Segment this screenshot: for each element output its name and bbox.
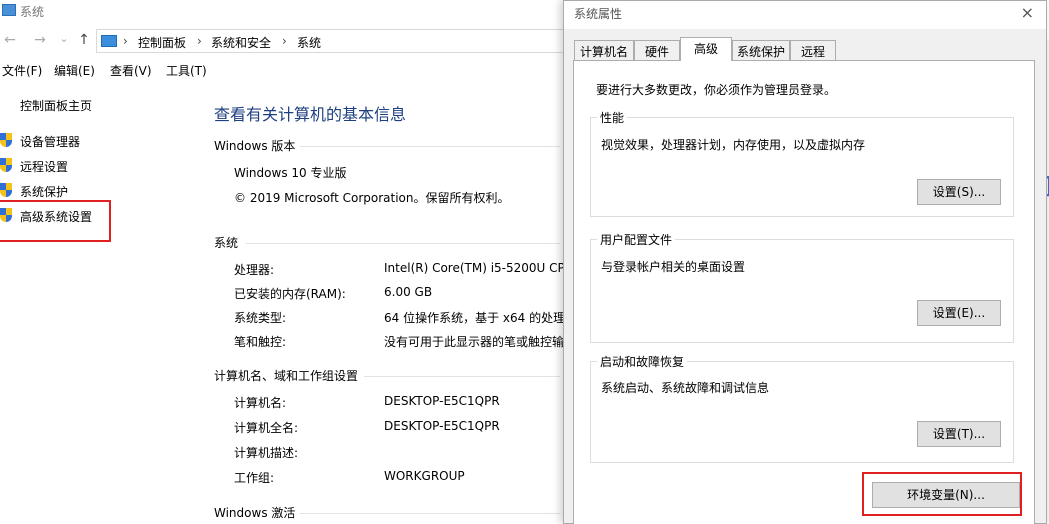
user-profiles-group: 用户配置文件 与登录帐户相关的桌面设置 设置(E)... [590, 231, 1014, 343]
full-computer-name-label: 计算机全名: [234, 421, 299, 435]
section-windows-edition: Windows 版本 [214, 139, 296, 153]
sidebar-item-device-manager[interactable]: 设备管理器 [20, 133, 80, 150]
pen-touch-value: 没有可用于此显示器的笔或触控输 [384, 335, 565, 349]
close-icon[interactable]: × [1021, 3, 1034, 22]
uac-shield-icon [0, 158, 12, 172]
system-properties-dialog: 系统属性 × 计算机名 硬件 高级 系统保护 远程 要进行大多数更改，你必须作为… [563, 0, 1047, 524]
recent-dropdown-icon[interactable]: ⌄ [56, 32, 72, 45]
control-panel-icon [101, 35, 117, 47]
user-profiles-description: 与登录帐户相关的桌面设置 [601, 260, 746, 274]
startup-recovery-settings-button[interactable]: 设置(T)... [917, 421, 1001, 447]
dialog-title: 系统属性 [574, 7, 623, 21]
ram-value: 6.00 GB [384, 285, 433, 299]
red-highlight-box [862, 472, 1022, 516]
user-profiles-title: 用户配置文件 [597, 231, 676, 248]
computer-name-value: DESKTOP-E5C1QPR [384, 394, 500, 408]
breadcrumb-separator: › [197, 34, 202, 48]
section-system: 系统 [214, 236, 239, 250]
startup-recovery-description: 系统启动、系统故障和调试信息 [601, 381, 770, 395]
menu-view[interactable]: 查看(V) [110, 62, 152, 79]
section-divider [300, 513, 560, 514]
ram-label: 已安装的内存(RAM): [234, 287, 346, 301]
section-windows-activation: Windows 激活 [214, 506, 296, 520]
breadcrumb[interactable]: › 控制面板 › 系统和安全 › 系统 [96, 29, 576, 53]
computer-description-label: 计算机描述: [234, 446, 299, 460]
computer-name-label: 计算机名: [234, 396, 287, 410]
tab-system-protection[interactable]: 系统保护 [732, 40, 790, 60]
startup-recovery-title: 启动和故障恢复 [597, 353, 688, 370]
startup-recovery-group: 启动和故障恢复 系统启动、系统故障和调试信息 设置(T)... [590, 353, 1014, 463]
processor-value: Intel(R) Core(TM) i5-5200U CPU [384, 261, 574, 275]
window-title: 系统 [20, 5, 45, 19]
menu-tools[interactable]: 工具(T) [166, 62, 207, 79]
dialog-title-bar: 系统属性 × [564, 1, 1046, 29]
performance-title: 性能 [597, 109, 628, 126]
tab-advanced[interactable]: 高级 [680, 37, 732, 61]
breadcrumb-separator: › [282, 34, 287, 48]
performance-group: 性能 视觉效果，处理器计划，内存使用，以及虚拟内存 设置(S)... [590, 109, 1014, 217]
section-divider [300, 146, 560, 147]
tab-remote[interactable]: 远程 [790, 40, 836, 60]
menu-file[interactable]: 文件(F) [2, 62, 42, 79]
system-type-value: 64 位操作系统，基于 x64 的处理器 [384, 311, 578, 325]
sidebar-item-remote-settings[interactable]: 远程设置 [20, 158, 68, 175]
tab-hardware[interactable]: 硬件 [634, 40, 680, 60]
tab-computer-name[interactable]: 计算机名 [574, 40, 634, 60]
back-arrow-icon[interactable]: ← [2, 32, 18, 48]
system-app-icon [2, 4, 16, 16]
breadcrumb-item-system[interactable]: 系统 [297, 34, 321, 51]
up-arrow-icon[interactable]: ↑ [76, 32, 92, 48]
menu-edit[interactable]: 编辑(E) [54, 62, 95, 79]
breadcrumb-item-control-panel[interactable]: 控制面板 [138, 34, 186, 51]
sidebar-control-panel-home[interactable]: 控制面板主页 [20, 97, 92, 114]
advanced-tab-panel: 要进行大多数更改，你必须作为管理员登录。 性能 视觉效果，处理器计划，内存使用，… [573, 60, 1035, 524]
section-divider [364, 376, 560, 377]
sidebar-item-system-protection[interactable]: 系统保护 [20, 183, 68, 200]
system-type-label: 系统类型: [234, 311, 287, 325]
workgroup-value: WORKGROUP [384, 469, 465, 483]
admin-notice: 要进行大多数更改，你必须作为管理员登录。 [596, 83, 837, 97]
copyright-text: © 2019 Microsoft Corporation。保留所有权利。 [234, 191, 510, 205]
uac-shield-icon [0, 183, 12, 197]
full-computer-name-value: DESKTOP-E5C1QPR [384, 419, 500, 433]
breadcrumb-separator: › [123, 34, 128, 48]
section-divider [246, 243, 560, 244]
performance-description: 视觉效果，处理器计划，内存使用，以及虚拟内存 [601, 138, 866, 152]
user-profiles-settings-button[interactable]: 设置(E)... [917, 300, 1001, 326]
uac-shield-icon [0, 133, 12, 147]
workgroup-label: 工作组: [234, 471, 275, 485]
breadcrumb-item-system-security[interactable]: 系统和安全 [211, 34, 271, 51]
section-computer-name: 计算机名、域和工作组设置 [214, 369, 359, 383]
processor-label: 处理器: [234, 263, 275, 277]
windows-edition-value: Windows 10 专业版 [234, 166, 347, 180]
page-title: 查看有关计算机的基本信息 [214, 105, 407, 124]
performance-settings-button[interactable]: 设置(S)... [917, 179, 1001, 205]
red-highlight-box [0, 200, 111, 242]
forward-arrow-icon[interactable]: → [32, 32, 48, 48]
pen-touch-label: 笔和触控: [234, 335, 287, 349]
